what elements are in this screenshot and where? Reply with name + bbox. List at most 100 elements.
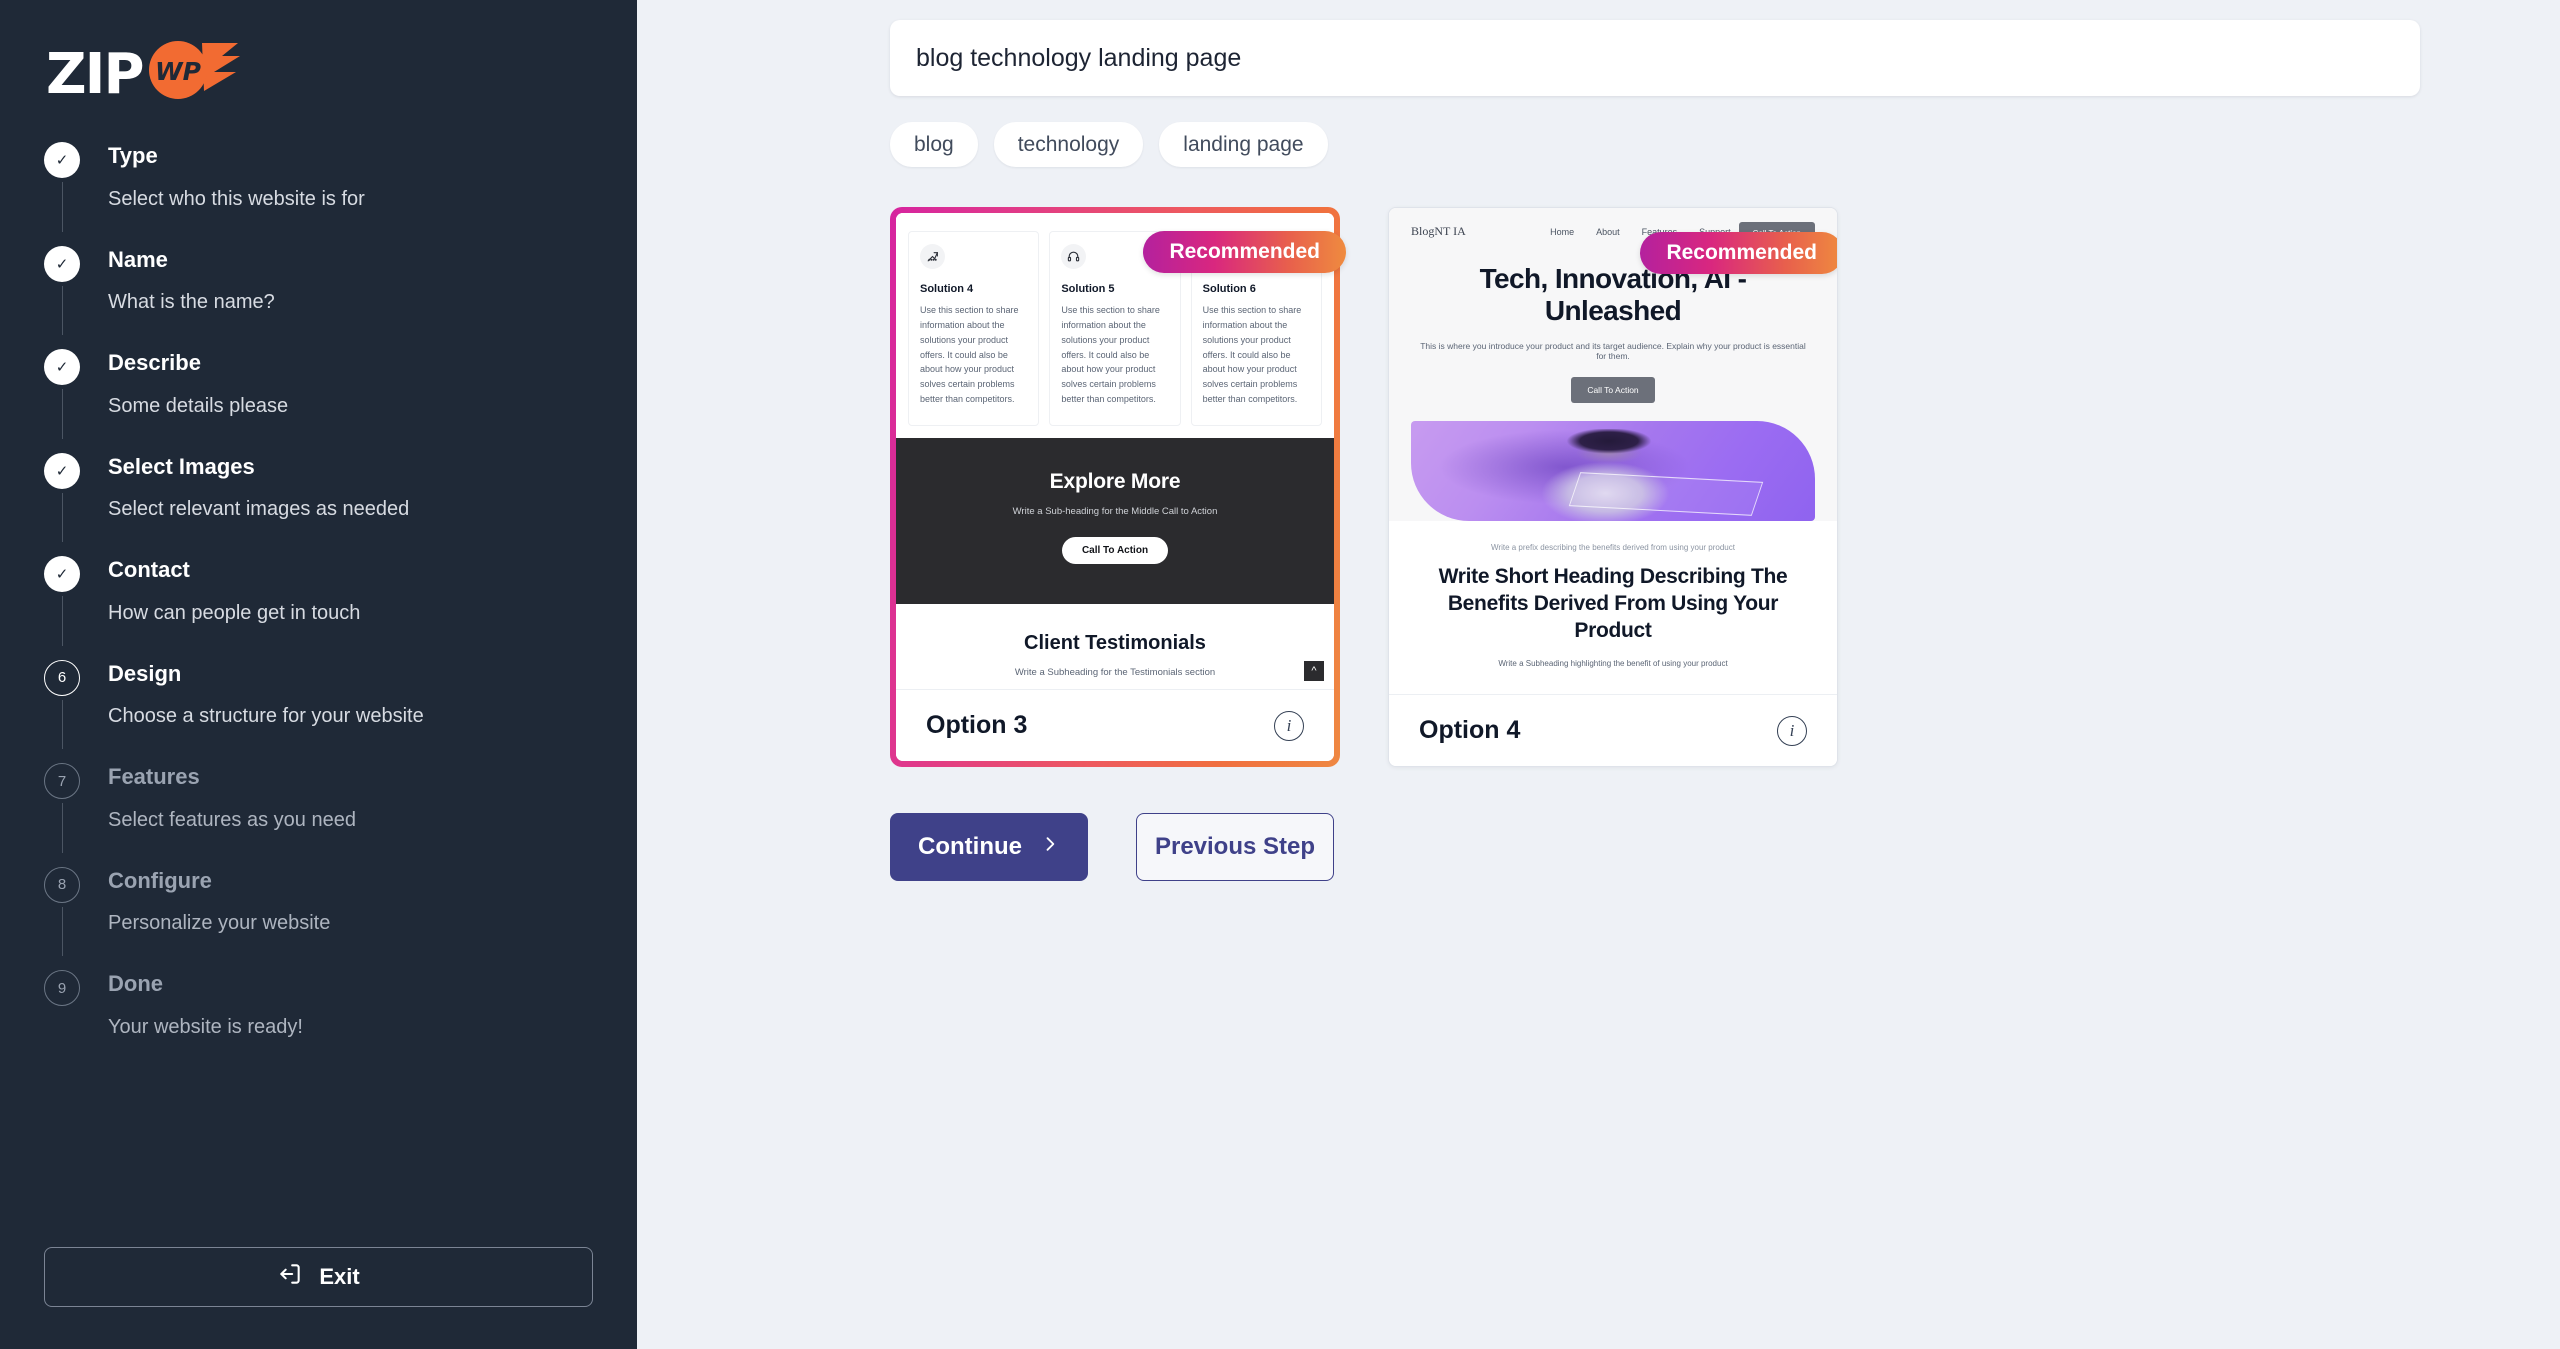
exit-area: Exit [44, 1247, 593, 1349]
step-connector [61, 596, 63, 646]
solution-title: Solution 4 [920, 283, 974, 295]
step-description: Personalize your website [108, 912, 331, 934]
step-item-name[interactable]: ✓ Name What is the name? [44, 245, 593, 335]
exit-button[interactable]: Exit [44, 1247, 593, 1307]
svg-text:WP: WP [156, 57, 202, 86]
step-description: What is the name? [108, 291, 275, 313]
step-item-design[interactable]: 6 Design Choose a structure for your websi… [44, 659, 593, 749]
chevron-right-icon [1040, 833, 1060, 861]
option4-preview[interactable]: BlogNT IA Home About Features Support Ca… [1389, 208, 1837, 694]
step-title: Name [108, 246, 168, 272]
benefits-heading: Write Short Heading Describing The Benef… [1438, 565, 1788, 643]
option4-label: Option 4 [1419, 716, 1521, 744]
step-item-describe[interactable]: ✓ Describe Some details please [44, 349, 593, 439]
exit-icon [277, 1261, 303, 1293]
step-description: Select relevant images as needed [108, 498, 410, 520]
main-content: blog technology landing page Recommended [637, 0, 2560, 1349]
testimonials-section: Client Testimonials Write a Subheading f… [896, 603, 1334, 689]
step-description: Select features as you need [108, 808, 356, 831]
logo-wp-badge: WP [140, 39, 244, 111]
site-brand: BlogNT IA [1411, 224, 1466, 238]
step-title: Select Images [108, 453, 255, 479]
step-item-features[interactable]: 7 Features Select features as you need [44, 763, 593, 853]
testimonials-heading: Client Testimonials [1024, 631, 1206, 654]
benefits-subheading: Write a Subheading highlighting the bene… [1498, 659, 1728, 668]
info-icon-option4[interactable]: i [1777, 715, 1807, 746]
hero-cta-button[interactable]: Call To Action [1571, 377, 1655, 404]
solution-card: Solution 4 Use this section to share inf… [908, 231, 1040, 426]
template-option-cards: Recommended Solution 4 Use this section … [890, 207, 2560, 767]
step-list: ✓ Type Select who this website is for ✓ Name… [44, 138, 593, 1048]
cta-heading: Explore More [1049, 469, 1181, 493]
step-marker-icon: 8 [44, 866, 80, 903]
recommended-badge-option4: Recommended [1640, 232, 1837, 274]
option4-footer: Option 4 i [1389, 694, 1837, 766]
continue-button[interactable]: Continue [890, 813, 1088, 881]
search-input[interactable] [890, 20, 2420, 96]
search-row [637, 20, 2560, 96]
headphones-icon [1061, 244, 1087, 269]
step-description: Select who this website is for [108, 187, 365, 210]
info-icon-option3[interactable]: i [1274, 710, 1304, 741]
step-description: Your website is ready! [108, 1015, 303, 1038]
nav-link[interactable]: Home [1550, 227, 1574, 237]
step-connector [61, 803, 63, 853]
tag-chip[interactable]: landing page [1159, 122, 1328, 167]
step-description: How can people get in touch [108, 601, 361, 624]
step-item-contact[interactable]: ✓ Contact How can people get in touch [44, 556, 593, 646]
step-title: Contact [108, 557, 190, 582]
cta-button[interactable]: Call To Action [1061, 536, 1169, 564]
step-title: Design [108, 660, 182, 686]
tag-chip[interactable]: technology [993, 122, 1144, 167]
step-description: Some details please [108, 394, 289, 417]
zipwp-logo: ZIP WP [44, 36, 593, 114]
hero-image [1411, 421, 1815, 522]
option-card-4[interactable]: Recommended BlogNT IA Home About Feature… [1388, 207, 1838, 767]
step-marker-icon: ✓ [44, 245, 80, 282]
step-item-configure[interactable]: 8 Configure Personalize your website [44, 866, 593, 956]
tag-chip[interactable]: blog [890, 122, 978, 167]
option3-footer: Option 3 i [896, 689, 1334, 761]
step-description: Choose a structure for your website [108, 705, 424, 727]
benefits-section: Write a prefix describing the benefits d… [1389, 521, 1837, 694]
option-card-3[interactable]: Recommended Solution 4 Use this section … [890, 207, 1346, 767]
scroll-to-top-icon[interactable]: ^ [1304, 661, 1324, 681]
nav-link[interactable]: About [1596, 227, 1620, 237]
cta-subheading: Write a Sub-heading for the Middle Call … [1012, 505, 1218, 517]
option3-label: Option 3 [926, 711, 1028, 739]
continue-label: Continue [918, 833, 1022, 860]
step-connector [61, 906, 63, 956]
step-title: Type [108, 143, 158, 168]
chart-growth-icon [920, 244, 945, 269]
step-title: Describe [108, 350, 201, 375]
exit-label: Exit [319, 1264, 360, 1289]
step-item-select-images[interactable]: ✓ Select Images Select relevant images as … [44, 452, 593, 542]
tag-list: blog technology landing page [890, 122, 2560, 167]
step-marker-icon: 9 [44, 970, 80, 1006]
step-marker-icon: 7 [44, 763, 80, 799]
step-connector [61, 182, 63, 232]
solution-text: Use this section to share information ab… [1061, 305, 1160, 405]
benefits-prefix: Write a prefix describing the benefits d… [1491, 543, 1735, 553]
testimonials-subheading: Write a Subheading for the Testimonials … [1014, 666, 1216, 678]
step-marker-icon: 6 [44, 659, 80, 696]
step-marker-icon: ✓ [44, 556, 80, 592]
sidebar: ZIP WP ✓ Type Select who this website is f… [0, 0, 637, 1349]
previous-step-button[interactable]: Previous Step [1136, 813, 1334, 881]
step-connector [61, 699, 63, 749]
logo-text-zip: ZIP [46, 42, 144, 107]
step-title: Done [108, 971, 163, 996]
step-title: Features [108, 764, 200, 789]
step-item-type[interactable]: ✓ Type Select who this website is for [44, 142, 593, 232]
hero-subheading: This is where you introduce your product… [1420, 341, 1806, 362]
step-connector [61, 492, 63, 542]
solution-text: Use this section to share information ab… [920, 305, 1019, 405]
step-marker-icon: ✓ [44, 349, 80, 385]
action-buttons: Continue Previous Step [890, 813, 2560, 881]
solution-title: Solution 5 [1061, 283, 1115, 295]
option3-preview[interactable]: Solution 4 Use this section to share inf… [896, 213, 1334, 689]
step-item-done[interactable]: 9 Done Your website is ready! [44, 970, 593, 1048]
recommended-badge-option3: Recommended [1143, 231, 1346, 273]
step-marker-icon: ✓ [44, 452, 80, 489]
step-marker-icon: ✓ [44, 142, 80, 178]
